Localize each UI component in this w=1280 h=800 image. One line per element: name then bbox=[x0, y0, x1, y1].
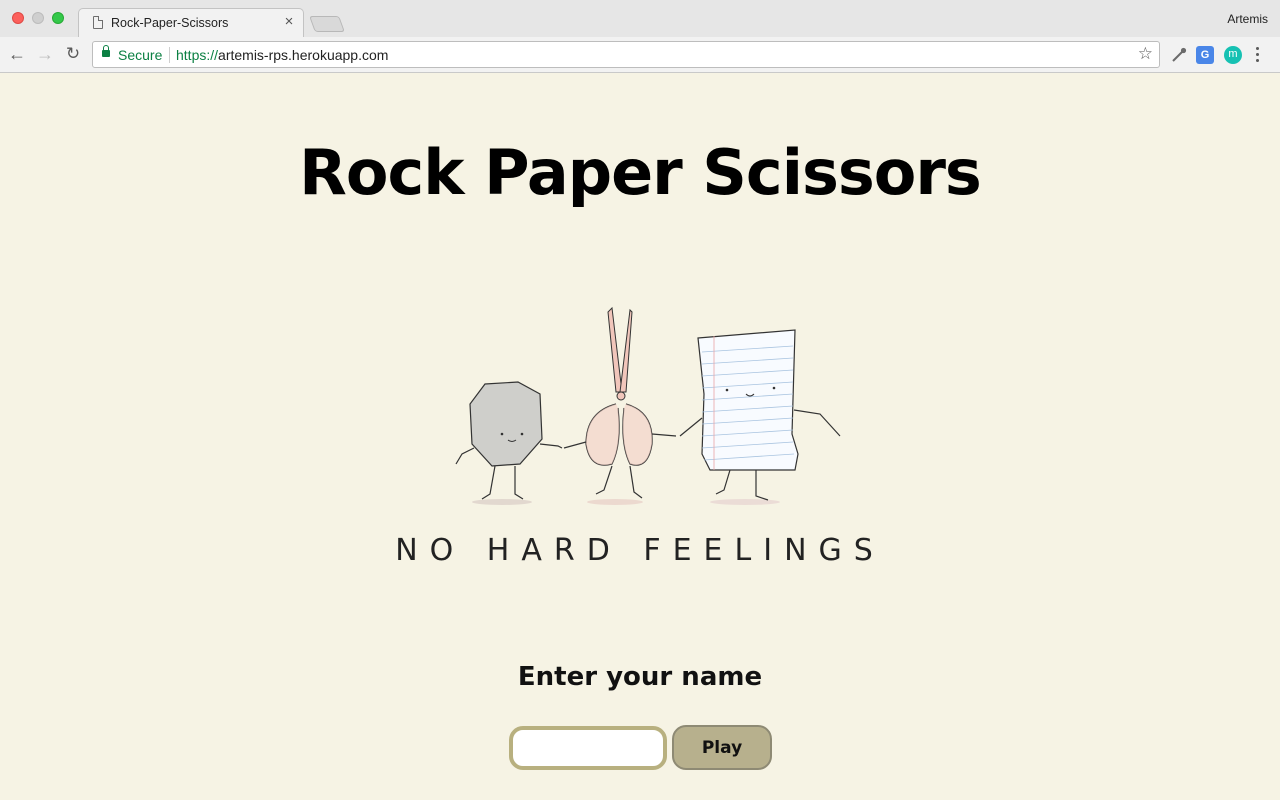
window-close-button[interactable] bbox=[12, 12, 24, 24]
url-host: artemis-rps.herokuapp.com bbox=[218, 47, 389, 63]
bookmark-star-icon[interactable]: ☆ bbox=[1138, 44, 1153, 64]
url-scheme: https:// bbox=[176, 47, 219, 63]
url-text[interactable]: https://artemis-rps.herokuapp.com bbox=[176, 47, 388, 63]
scissors-character bbox=[563, 306, 677, 499]
page-title: Rock Paper Scissors bbox=[299, 136, 982, 209]
tab-title: Rock-Paper-Scissors bbox=[111, 16, 229, 30]
lock-icon bbox=[102, 45, 110, 57]
window-maximize-button[interactable] bbox=[52, 12, 64, 24]
page-content: Rock Paper Scissors NO HARD FEELINGS Ent… bbox=[0, 74, 1280, 800]
browser-toolbar: ← → ↻ Secure https://artemis-rps.herokua… bbox=[0, 37, 1280, 73]
eyedropper-extension-icon[interactable] bbox=[1170, 46, 1188, 64]
address-separator bbox=[169, 47, 170, 63]
new-tab-button[interactable] bbox=[309, 16, 345, 32]
name-prompt: Enter your name bbox=[517, 662, 763, 692]
back-arrow-icon[interactable]: ← bbox=[6, 43, 28, 65]
extension-m-icon[interactable]: m bbox=[1224, 46, 1242, 64]
illustration-caption: NO HARD FEELINGS bbox=[395, 533, 885, 568]
window-minimize-button[interactable] bbox=[32, 12, 44, 24]
browser-tab[interactable]: Rock-Paper-Scissors × bbox=[78, 8, 304, 37]
paper-shadow bbox=[710, 499, 780, 505]
security-label: Secure bbox=[118, 47, 163, 63]
address-bar[interactable]: Secure https://artemis-rps.herokuapp.com… bbox=[92, 41, 1160, 68]
browser-menu-icon[interactable] bbox=[1256, 47, 1260, 65]
play-button[interactable]: Play bbox=[672, 725, 772, 770]
tab-close-icon[interactable]: × bbox=[281, 13, 297, 30]
name-input[interactable] bbox=[509, 726, 667, 770]
rock-paper-scissors-illustration: NO HARD FEELINGS bbox=[395, 306, 885, 568]
google-translate-icon[interactable]: G bbox=[1196, 46, 1214, 64]
rock-character bbox=[455, 381, 563, 500]
profile-name[interactable]: Artemis bbox=[1227, 12, 1268, 26]
page-icon bbox=[93, 16, 103, 29]
paper-character bbox=[679, 329, 841, 501]
rock-shadow bbox=[472, 499, 532, 505]
forward-arrow-icon[interactable]: → bbox=[34, 43, 56, 65]
scissors-shadow bbox=[587, 499, 643, 505]
reload-icon[interactable]: ↻ bbox=[62, 43, 84, 65]
browser-titlebar: Rock-Paper-Scissors × Artemis bbox=[0, 0, 1280, 37]
